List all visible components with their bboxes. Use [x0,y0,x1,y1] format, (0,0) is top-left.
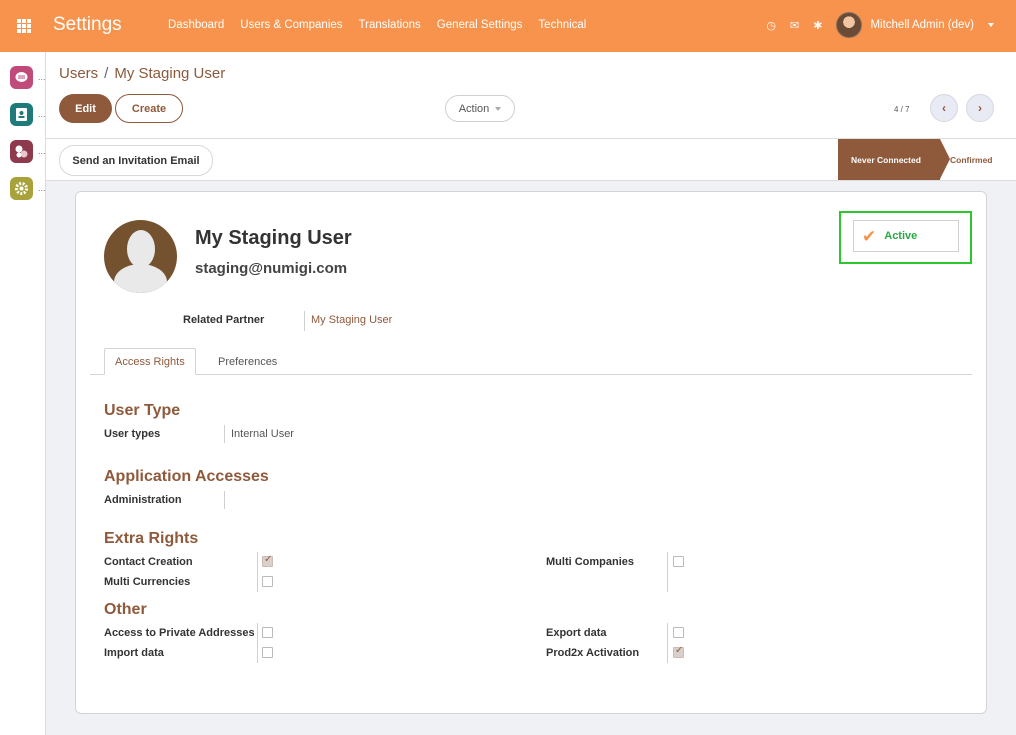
systray: ◷ ✉ ✱ Mitchell Admin (dev) [766,12,994,38]
app-sidebar: ... ... ... ... [0,52,46,735]
sidebar-dots: ... [38,109,46,119]
active-toggle-button[interactable]: ✔ Active [853,220,959,252]
menu-item-users-companies[interactable]: Users & Companies [240,19,342,31]
tab-access-rights[interactable]: Access Rights [104,348,196,375]
section-application-accesses: Application Accesses [104,468,269,485]
send-invitation-button[interactable]: Send an Invitation Email [59,145,213,176]
user-types-value[interactable]: Internal User [231,428,294,440]
tab-preferences[interactable]: Preferences [208,348,287,375]
menu-item-translations[interactable]: Translations [359,19,421,31]
sidebar-dots: ... [38,146,46,156]
clock-icon[interactable]: ◷ [766,19,776,32]
field-divider [667,552,668,592]
breadcrumb: Users / My Staging User [59,65,225,82]
apps-app-icon[interactable] [10,140,33,163]
menu-item-general-settings[interactable]: General Settings [437,19,523,31]
chevron-down-icon [495,106,502,111]
action-dropdown[interactable]: Action [445,95,515,122]
breadcrumb-separator: / [104,65,109,82]
form-sheet: My Staging User staging@numigi.com ✔ Act… [75,191,987,714]
stage-never-connected: Never Connected [838,139,950,180]
create-button[interactable]: Create [115,94,183,123]
user-name: Mitchell Admin (dev) [870,19,974,31]
top-navbar: Settings Dashboard Users & Companies Tra… [0,0,1016,52]
field-divider [304,311,305,331]
breadcrumb-current: My Staging User [114,65,226,82]
active-label: Active [884,230,918,242]
status-bar: Send an Invitation Email Never Connected… [46,139,1016,181]
chevron-down-icon [988,23,994,27]
multi-companies-checkbox[interactable] [673,556,684,567]
check-icon: ✔ [862,226,877,246]
menu-item-dashboard[interactable]: Dashboard [168,19,224,31]
field-divider [257,552,258,592]
app-menu-icon[interactable] [17,19,31,33]
import-data-checkbox[interactable] [262,647,273,658]
private-addresses-checkbox[interactable] [262,627,273,638]
menu-item-technical[interactable]: Technical [538,19,586,31]
previous-record-button[interactable]: ‹ [930,94,958,122]
multi-companies-label: Multi Companies [546,556,635,568]
stage-confirmed[interactable]: Confirmed [950,139,993,180]
user-menu[interactable]: Mitchell Admin (dev) [836,12,994,38]
action-label: Action [458,102,490,115]
user-avatar [836,12,863,38]
prod2x-activation-checkbox[interactable] [673,645,684,658]
section-other: Other [104,601,147,618]
sidebar-dots: ... [38,72,46,82]
sidebar-dots: ... [38,183,46,193]
administration-label: Administration [104,494,182,506]
chat-icon[interactable]: ✉ [790,19,799,32]
edit-button[interactable]: Edit [59,94,112,123]
contact-creation-label: Contact Creation [104,556,193,568]
app-title: Settings [53,14,122,35]
bug-icon[interactable]: ✱ [813,19,822,32]
field-divider [224,491,225,509]
user-types-label: User types [104,428,161,440]
multi-currencies-checkbox[interactable] [262,576,273,587]
user-avatar-image[interactable] [104,220,177,293]
breadcrumb-users[interactable]: Users [59,65,98,82]
field-divider [224,425,225,443]
main-menu: Dashboard Users & Companies Translations… [168,19,586,31]
section-user-type: User Type [104,402,181,419]
field-divider [667,623,668,663]
record-name: My Staging User [195,227,352,249]
related-partner-label: Related Partner [183,314,265,326]
export-data-label: Export data [546,627,607,639]
discuss-app-icon[interactable] [10,66,33,89]
export-data-checkbox[interactable] [673,627,684,638]
import-data-label: Import data [104,647,164,659]
contact-creation-checkbox[interactable] [262,554,273,567]
related-partner-link[interactable]: My Staging User [311,314,392,326]
settings-app-icon[interactable] [10,177,33,200]
record-email: staging@numigi.com [195,260,348,277]
multi-currencies-label: Multi Currencies [104,576,191,588]
prod2x-activation-label: Prod2x Activation [546,647,640,659]
notebook-tabs: Access Rights Preferences [90,348,972,375]
pager-value[interactable]: 4 / 7 [894,105,910,114]
field-divider [257,623,258,663]
private-addresses-label: Access to Private Addresses [104,627,255,639]
section-extra-rights: Extra Rights [104,530,199,547]
control-panel: Users / My Staging User Edit Create Action… [46,52,1016,139]
next-record-button[interactable]: › [966,94,994,122]
contacts-app-icon[interactable] [10,103,33,126]
